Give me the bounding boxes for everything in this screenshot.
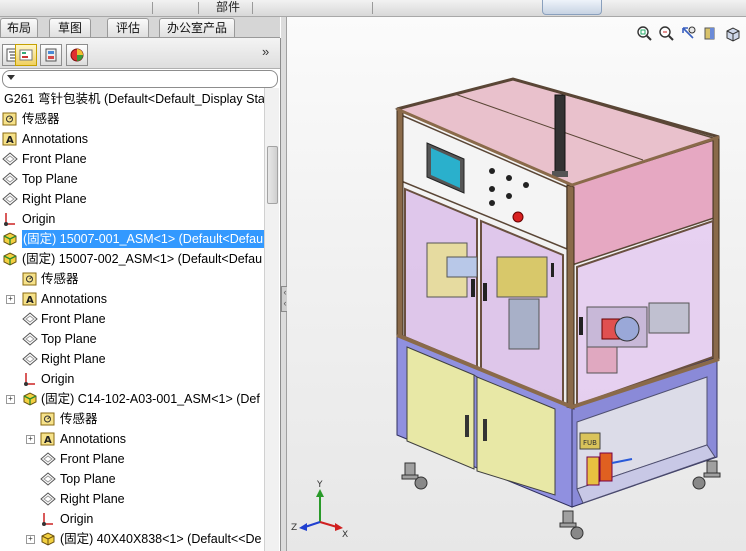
command-manager-tabs: 布局 草图 评估 办公室产品 <box>0 17 280 38</box>
cabinet-handle <box>483 419 487 441</box>
tree-item-label: Annotations <box>60 432 127 446</box>
expand-toggle-icon[interactable]: + <box>6 395 15 404</box>
feature-manager-panel: » G261 弯针包装机 (Default<Default_Display St… <box>0 38 281 551</box>
menu-highlight-button[interactable] <box>542 0 602 15</box>
annotations-icon: A <box>2 132 18 146</box>
tree-scrollbar[interactable] <box>264 88 279 551</box>
plane-icon <box>2 152 18 166</box>
sensor-icon <box>2 112 18 126</box>
expand-toggle-icon[interactable]: + <box>6 295 15 304</box>
tree-item-label: Front Plane <box>22 152 87 166</box>
plane-icon <box>22 352 38 366</box>
plane-icon <box>40 492 56 506</box>
tree-item-label: Top Plane <box>60 472 116 486</box>
svg-text:FUB: FUB <box>583 439 597 447</box>
tab-sketch[interactable]: 草图 <box>49 18 91 37</box>
tree-item-label: Origin <box>22 212 56 226</box>
svg-text:Z: Z <box>291 523 297 533</box>
svg-text:A: A <box>6 135 14 146</box>
menu-separator <box>198 2 199 14</box>
feature-tree: G261 弯针包装机 (Default<Default_Display Sta 传… <box>0 88 264 551</box>
tree-item-label: (固定) 15007-002_ASM<1> (Default<Defau <box>22 252 263 266</box>
tree-item-label: Front Plane <box>41 312 106 326</box>
annotations-icon: A <box>40 432 56 446</box>
configuration-manager-tab[interactable] <box>40 44 62 66</box>
tree-item-label: Annotations <box>22 132 89 146</box>
assembly-icon <box>2 252 18 266</box>
annotations-icon: A <box>22 292 38 306</box>
tree-item-label: (固定) 40X40X838<1> (Default<<De <box>60 532 262 546</box>
origin-icon <box>22 372 38 386</box>
plane-icon <box>22 332 38 346</box>
tree-root-label: G261 弯针包装机 (Default<Default_Display Sta <box>4 92 264 106</box>
scrollbar-thumb[interactable] <box>267 146 278 204</box>
cabinet-handle <box>465 415 469 437</box>
tree-item-label: Annotations <box>41 292 108 306</box>
origin-icon <box>2 212 18 226</box>
tab-layout[interactable]: 布局 <box>0 18 38 37</box>
tree-item-label: (固定) 15007-001_ASM<1> (Default<Defau <box>22 230 264 248</box>
tree-item-label: Front Plane <box>60 452 125 466</box>
menu-separator <box>152 2 153 14</box>
tree-item-label: (固定) C14-102-A03-001_ASM<1> (Def <box>41 392 260 406</box>
plane-icon <box>2 192 18 206</box>
display-manager-tab[interactable] <box>66 44 88 66</box>
menu-separator <box>372 2 373 14</box>
tree-item-label: 传感器 <box>41 272 79 286</box>
tree-item-label: 传感器 <box>60 412 98 426</box>
tree-item-label: Origin <box>60 512 94 526</box>
tree-item-label: 传感器 <box>22 112 60 126</box>
origin-icon <box>40 512 56 526</box>
tree-item-label: Top Plane <box>41 332 97 346</box>
filter-dropdown-icon[interactable] <box>7 75 15 80</box>
display-manager-icon <box>70 48 84 62</box>
configuration-manager-icon <box>45 48 57 62</box>
svg-text:A: A <box>44 435 52 446</box>
tree-item-label: Right Plane <box>41 352 106 366</box>
assembly-icon <box>2 232 18 246</box>
plane-icon <box>40 472 56 486</box>
menu-item-parts[interactable]: 部件 <box>216 0 240 16</box>
coordinate-triad: Y X Z <box>291 480 348 540</box>
assembly-icon <box>22 392 38 406</box>
property-manager-icon <box>19 49 33 61</box>
menu-bar: 部件 <box>0 0 746 17</box>
tree-item-label: Right Plane <box>60 492 125 506</box>
svg-text:A: A <box>26 295 34 306</box>
tree-filter-bar[interactable] <box>2 70 278 88</box>
svg-text:Y: Y <box>316 480 323 490</box>
expand-toggle-icon[interactable]: + <box>26 535 35 544</box>
sensor-icon <box>22 272 38 286</box>
tree-item-label: Right Plane <box>22 192 87 206</box>
panel-chevron-icon[interactable]: » <box>262 44 269 59</box>
plane-icon <box>40 452 56 466</box>
tab-evaluate[interactable]: 评估 <box>107 18 149 37</box>
sensor-icon <box>40 412 56 426</box>
menu-separator <box>252 2 253 14</box>
plane-icon <box>22 312 38 326</box>
svg-text:X: X <box>342 530 348 540</box>
tab-office-products[interactable]: 办公室产品 <box>159 18 235 37</box>
expand-toggle-icon[interactable]: + <box>26 435 35 444</box>
machine-3d-model[interactable]: FUB Y X Z <box>287 17 746 551</box>
panel-toolbar: » <box>0 38 280 69</box>
part-icon <box>40 532 56 546</box>
graphics-area[interactable]: FUB Y X Z <box>287 17 746 551</box>
tree-item-label: Top Plane <box>22 172 78 186</box>
tree-item-label: Origin <box>41 372 75 386</box>
property-manager-tab[interactable] <box>15 44 37 66</box>
plane-icon <box>2 172 18 186</box>
